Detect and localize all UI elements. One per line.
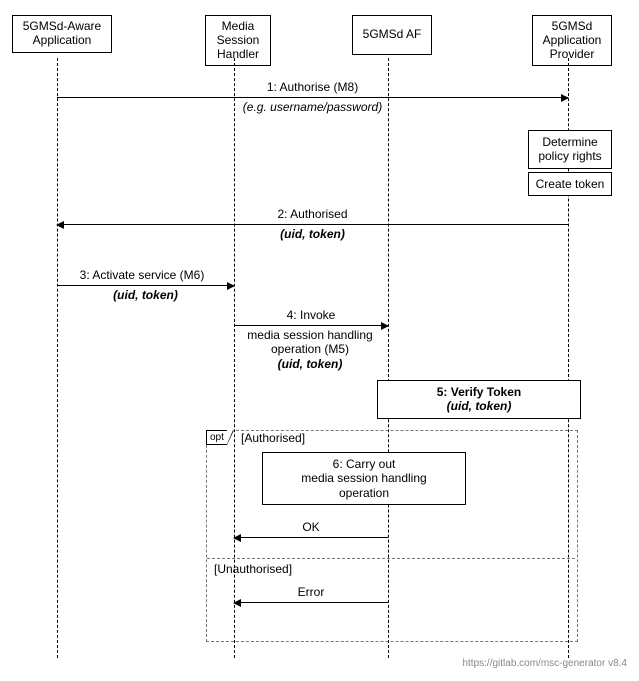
box-text: 6: Carry out: [333, 457, 396, 471]
err-label: Error: [234, 585, 388, 599]
err-arrow: [234, 602, 388, 603]
opt-tag-text: opt: [210, 432, 224, 443]
msg-text: 1: Authorise (M8): [267, 80, 358, 94]
participant-label: Media Session Handler: [217, 19, 260, 61]
footer-credit: https://gitlab.com/msc-generator v8.4: [462, 658, 627, 669]
box-verify-token: 5: Verify Token (uid, token): [377, 380, 581, 419]
msg-text: media session handling: [247, 328, 372, 342]
msg-note-text: (e.g. username/password): [243, 100, 382, 114]
msg4-sub: media session handling operation (M5) (u…: [220, 328, 400, 371]
msg1-label: 1: Authorise (M8): [57, 80, 568, 94]
msg4-arrow: [234, 325, 388, 326]
msg-text: 2: Authorised: [277, 207, 347, 221]
ok-label: OK: [234, 520, 388, 534]
msg-text: Error: [298, 585, 325, 599]
box-text: Determine policy rights: [538, 135, 601, 163]
msg4-label: 4: Invoke: [234, 308, 388, 322]
ok-arrow: [234, 537, 388, 538]
msg-note-text: (uid, token): [278, 357, 343, 371]
participant-label: 5GMSd AF: [363, 27, 422, 41]
msg-text: OK: [302, 520, 319, 534]
box-create-token: Create token: [528, 172, 612, 196]
guard-text: [Unauthorised]: [214, 562, 292, 576]
box-text: 5: Verify Token: [437, 385, 521, 399]
box-text: media session handling: [301, 471, 426, 485]
participant-app: 5GMSd-Aware Application: [12, 15, 112, 53]
msg-note-text: (uid, token): [280, 227, 345, 241]
msg3-note: (uid, token): [57, 288, 234, 302]
fragment-separator: [207, 558, 575, 559]
msg2-note: (uid, token): [57, 227, 568, 241]
box-text: Create token: [536, 177, 605, 191]
participant-label: 5GMSd-Aware Application: [23, 19, 101, 47]
footer-text: https://gitlab.com/msc-generator v8.4: [462, 658, 627, 669]
opt-tag: opt: [206, 430, 227, 445]
msg2-arrow: [57, 224, 568, 225]
msg3-arrow: [57, 285, 234, 286]
box-determine-policy: Determine policy rights: [528, 130, 612, 169]
guard-unauthorised: [Unauthorised]: [214, 562, 292, 576]
msg-text: 3: Activate service (M6): [80, 268, 205, 282]
msg2-label: 2: Authorised: [57, 207, 568, 221]
participant-msh: Media Session Handler: [205, 15, 271, 66]
msg-note-text: (uid, token): [113, 288, 178, 302]
msg1-arrow: [57, 97, 568, 98]
msg-text: 4: Invoke: [287, 308, 336, 322]
msg3-label: 3: Activate service (M6): [50, 268, 234, 282]
participant-label: 5GMSd Application Provider: [543, 19, 602, 61]
msg1-note: (e.g. username/password): [57, 100, 568, 114]
participant-af: 5GMSd AF: [352, 15, 432, 55]
lifeline-app: [57, 58, 58, 658]
box-note: (uid, token): [447, 399, 512, 413]
guard-text: [Authorised]: [241, 431, 305, 445]
participant-provider: 5GMSd Application Provider: [532, 15, 612, 66]
box-carry-out: 6: Carry out media session handling oper…: [262, 452, 466, 505]
msg-text: operation (M5): [271, 342, 349, 356]
sequence-diagram: 5GMSd-Aware Application Media Session Ha…: [10, 10, 629, 671]
box-text: operation: [339, 486, 389, 500]
guard-authorised: [Authorised]: [241, 431, 305, 445]
